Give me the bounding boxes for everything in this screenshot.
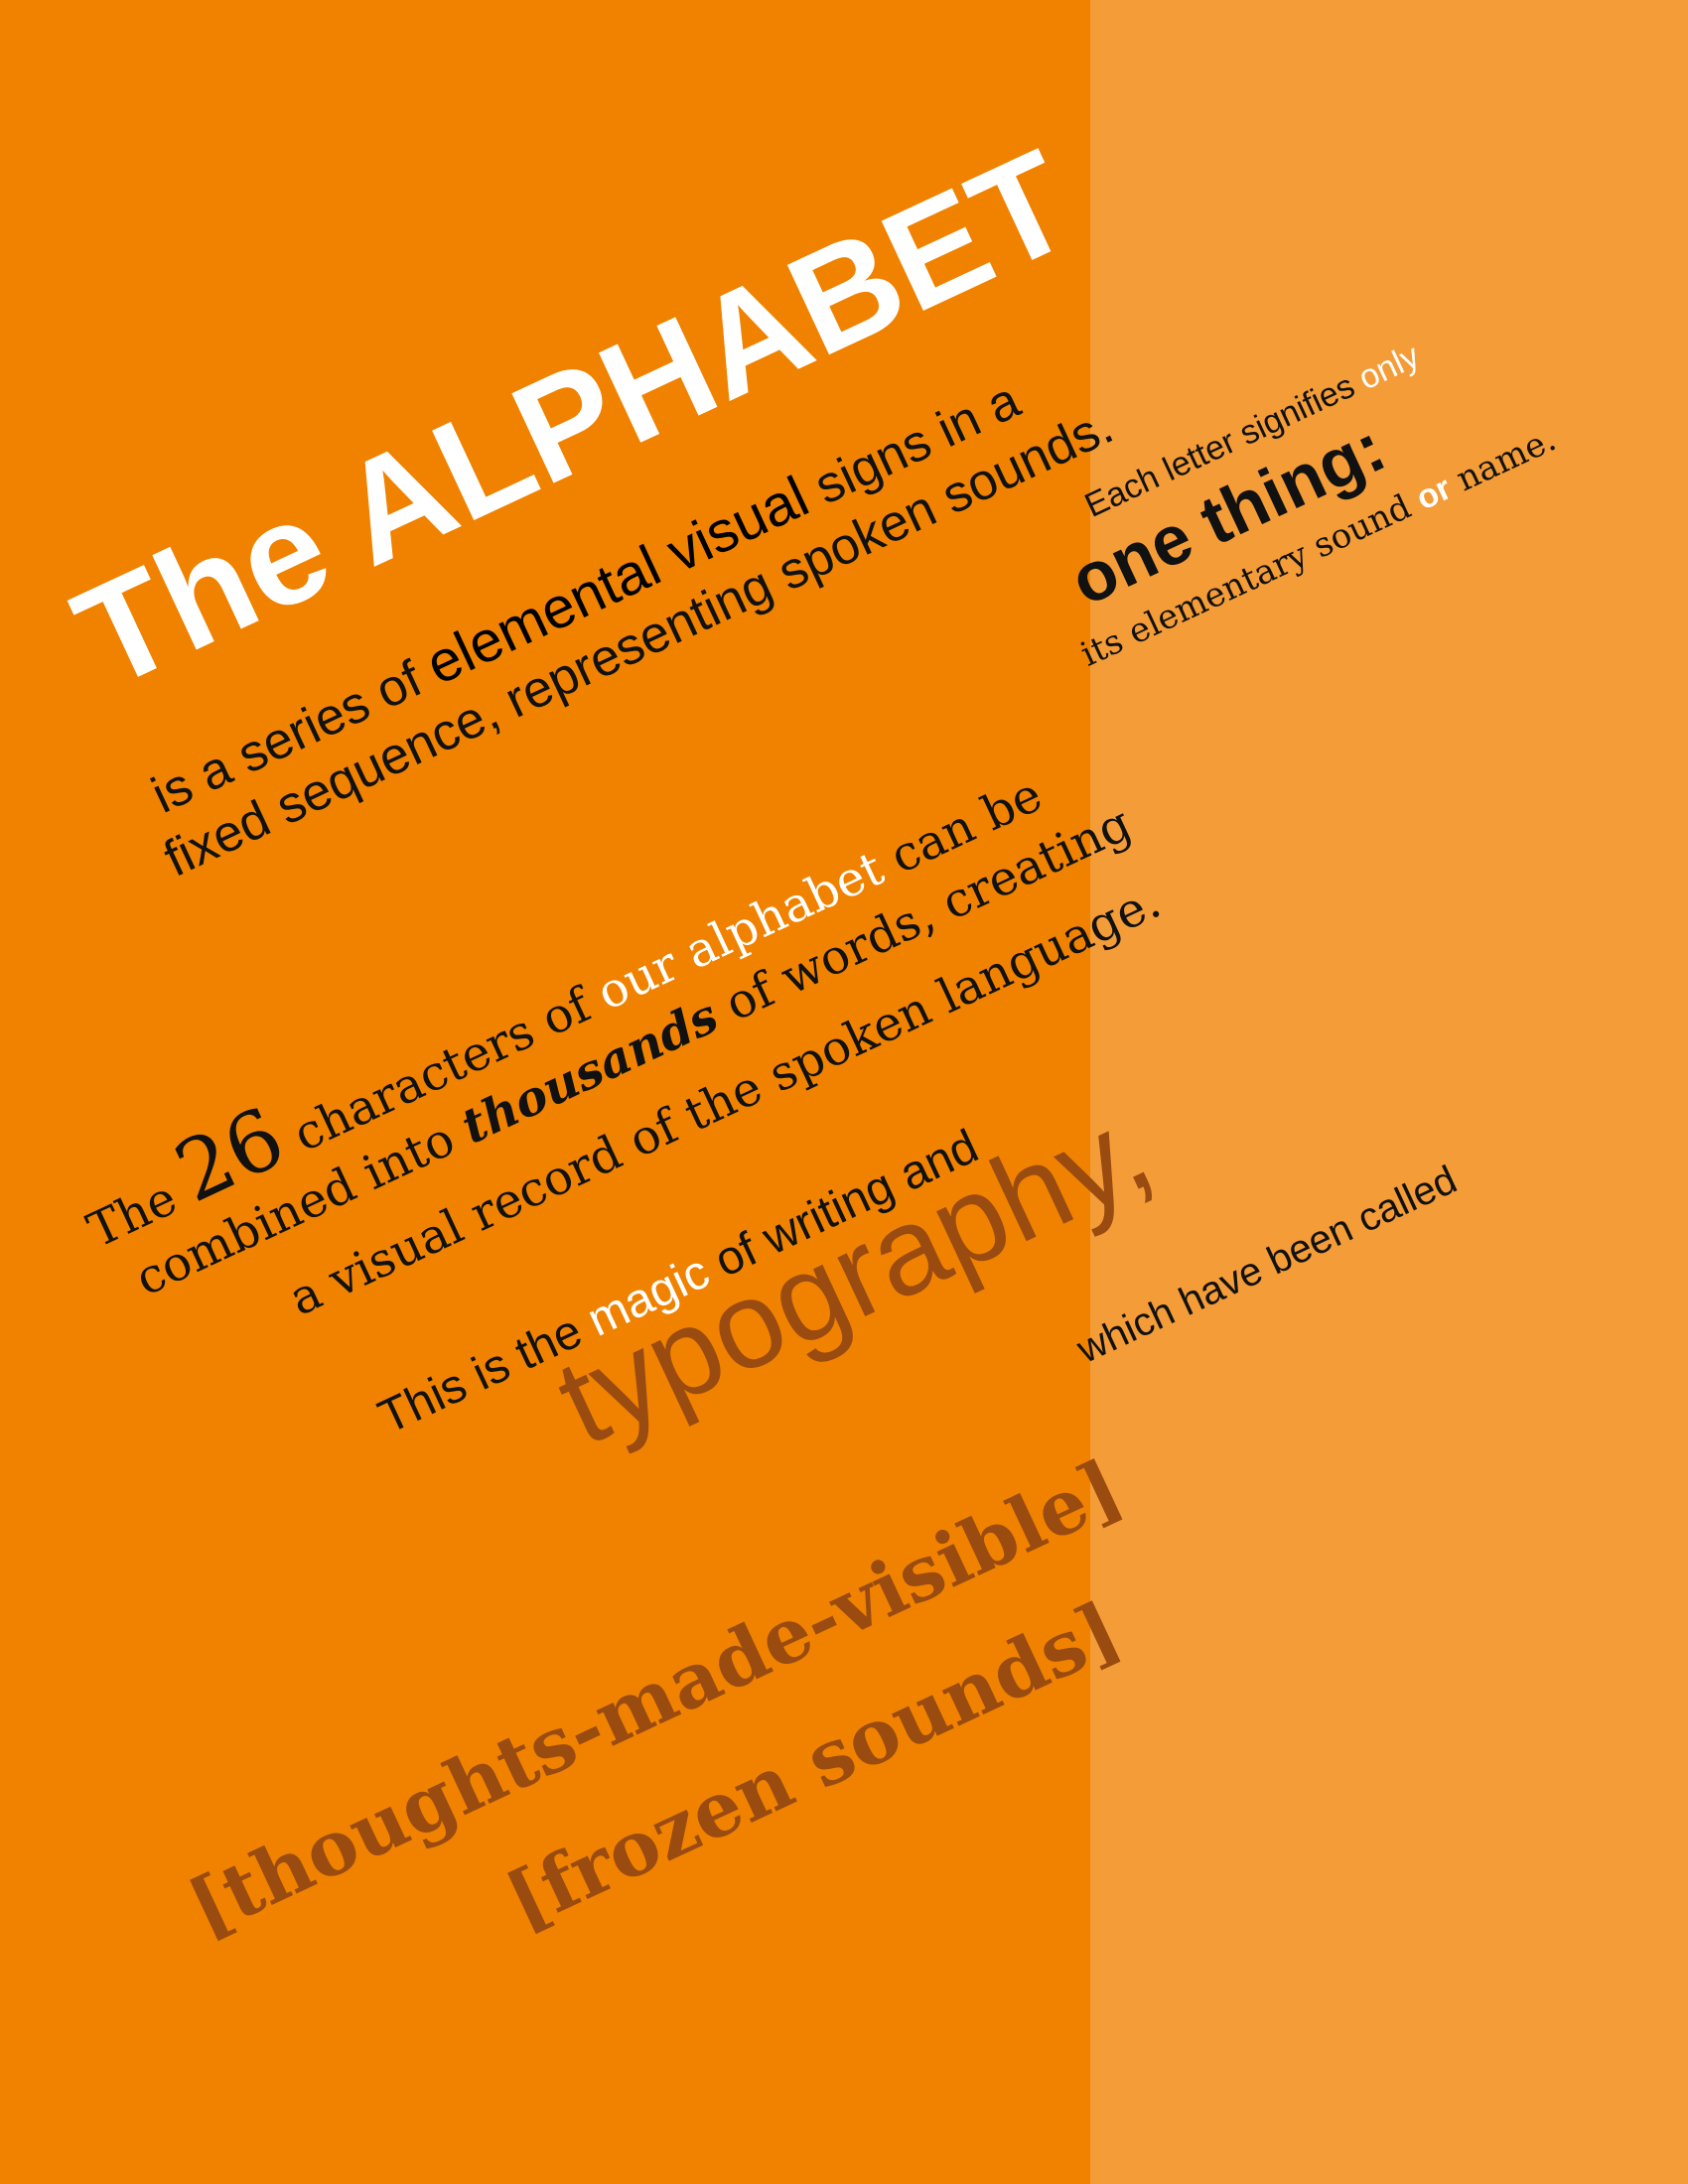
right-panel: [1090, 0, 1688, 2184]
